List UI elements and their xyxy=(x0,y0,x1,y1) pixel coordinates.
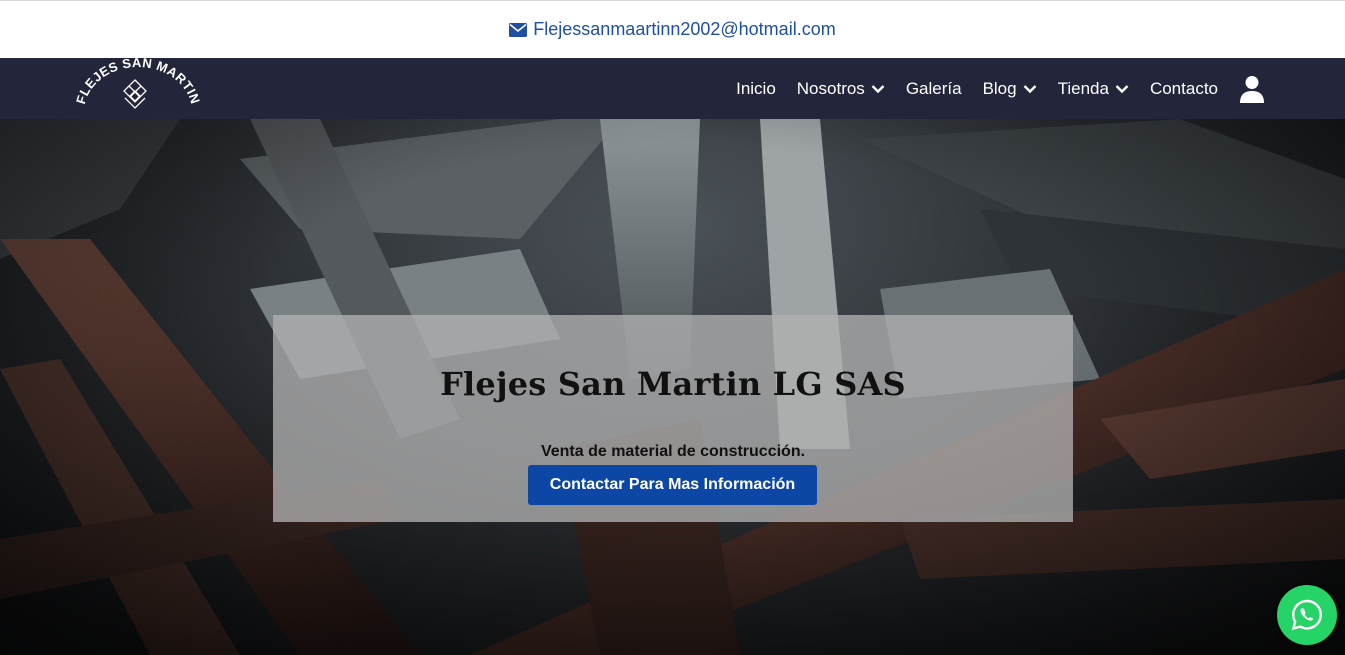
whatsapp-button[interactable] xyxy=(1277,585,1337,645)
nav-item-blog[interactable]: Blog xyxy=(983,79,1037,99)
contact-cta-button[interactable]: Contactar Para Mas Información xyxy=(528,465,817,505)
nav-label: Inicio xyxy=(736,78,776,98)
nav-label: Nosotros xyxy=(796,78,865,98)
hero-subtitle: Venta de material de construcción. xyxy=(540,443,806,460)
brand-logo[interactable]: FLEJES SAN MARTIN xyxy=(73,55,203,119)
user-icon[interactable] xyxy=(1240,75,1264,103)
envelope-icon xyxy=(509,22,528,37)
chevron-down-icon xyxy=(1115,84,1129,93)
chevron-down-icon xyxy=(871,84,885,93)
nav-label: Contacto xyxy=(1149,78,1218,98)
whatsapp-icon xyxy=(1291,599,1323,631)
nav-label: Blog xyxy=(982,78,1017,98)
main-navbar: FLEJES SAN MARTIN Inicio Nosotros Galerí… xyxy=(0,55,1345,119)
nav-item-nosotros[interactable]: Nosotros xyxy=(797,79,885,99)
email-link[interactable]: Flejessanmaartinn2002@hotmail.com xyxy=(509,19,836,40)
top-contact-bar: Flejessanmaartinn2002@hotmail.com xyxy=(0,0,1345,58)
nav-label: Galería xyxy=(905,78,962,98)
nav-item-galeria[interactable]: Galería xyxy=(906,79,962,99)
chevron-down-icon xyxy=(1023,84,1036,93)
nav-item-inicio[interactable]: Inicio xyxy=(736,79,776,99)
nav-label: Tienda xyxy=(1057,78,1109,98)
hero-section: Flejes San Martin LG SAS Venta de materi… xyxy=(0,119,1345,655)
main-nav: Inicio Nosotros Galería Blog Tienda Cont… xyxy=(715,58,1264,119)
email-address: Flejessanmaartinn2002@hotmail.com xyxy=(533,19,836,39)
hero-title: Flejes San Martin LG SAS xyxy=(440,365,906,403)
nav-item-tienda[interactable]: Tienda xyxy=(1058,79,1129,99)
hero-card: Flejes San Martin LG SAS Venta de materi… xyxy=(273,315,1073,522)
nav-item-contacto[interactable]: Contacto xyxy=(1150,79,1218,99)
